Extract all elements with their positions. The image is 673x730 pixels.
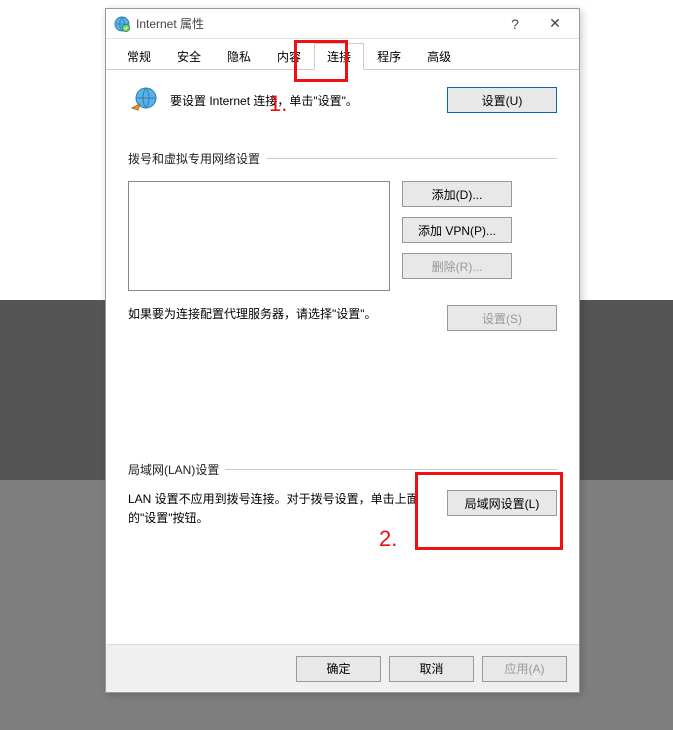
tab-label: 高级 (427, 50, 451, 64)
help-button[interactable]: ? (495, 10, 535, 38)
apply-button: 应用(A) (482, 656, 567, 682)
dial-area: 添加(D)... 添加 VPN(P)... 删除(R)... (128, 181, 557, 291)
tab-general[interactable]: 常规 (114, 43, 164, 69)
setup-connection-icon (128, 84, 160, 116)
tab-label: 隐私 (227, 50, 251, 64)
dial-section: 拨号和虚拟专用网络设置 添加(D)... 添加 VPN(P)... 删除(R).… (128, 150, 557, 331)
dialog-footer: 确定 取消 应用(A) (106, 644, 579, 692)
lan-settings-button[interactable]: 局域网设置(L) (447, 490, 557, 516)
setup-row: 要设置 Internet 连接，单击"设置"。 设置(U) (128, 84, 557, 116)
dial-note-row: 如果要为连接配置代理服务器，请选择"设置"。 设置(S) (128, 305, 557, 331)
dial-connections-listbox[interactable] (128, 181, 390, 291)
dial-buttons: 添加(D)... 添加 VPN(P)... 删除(R)... (402, 181, 512, 291)
setup-button[interactable]: 设置(U) (447, 87, 557, 113)
dialog-content: 要设置 Internet 连接，单击"设置"。 设置(U) 拨号和虚拟专用网络设… (106, 70, 579, 538)
dial-section-title: 拨号和虚拟专用网络设置 (128, 150, 557, 167)
lan-text: LAN 设置不应用到拨号连接。对于拨号设置，单击上面的"设置"按钮。 (128, 490, 435, 528)
close-button[interactable]: ✕ (535, 10, 575, 38)
setup-text: 要设置 Internet 连接，单击"设置"。 (170, 92, 437, 109)
close-icon: ✕ (549, 15, 561, 32)
lan-section-title: 局域网(LAN)设置 (128, 461, 557, 478)
divider (225, 469, 557, 470)
tab-bar: 常规 安全 隐私 内容 连接 程序 高级 (106, 39, 579, 70)
dial-settings-button: 设置(S) (447, 305, 557, 331)
section-title-text: 拨号和虚拟专用网络设置 (128, 150, 260, 167)
help-icon: ? (511, 16, 519, 32)
internet-options-icon (114, 16, 130, 32)
divider (266, 158, 557, 159)
dialog-title: Internet 属性 (136, 15, 495, 32)
tab-security[interactable]: 安全 (164, 43, 214, 69)
tab-label: 常规 (127, 50, 151, 64)
section-title-text: 局域网(LAN)设置 (128, 461, 219, 478)
titlebar: Internet 属性 ? ✕ (106, 9, 579, 39)
ok-button[interactable]: 确定 (296, 656, 381, 682)
tab-content[interactable]: 内容 (264, 43, 314, 69)
lan-section: 局域网(LAN)设置 LAN 设置不应用到拨号连接。对于拨号设置，单击上面的"设… (128, 461, 557, 528)
tab-connections[interactable]: 连接 (314, 43, 364, 70)
dial-note-text: 如果要为连接配置代理服务器，请选择"设置"。 (128, 305, 435, 322)
tab-advanced[interactable]: 高级 (414, 43, 464, 69)
add-dial-button[interactable]: 添加(D)... (402, 181, 512, 207)
tab-label: 内容 (277, 50, 301, 64)
tab-programs[interactable]: 程序 (364, 43, 414, 69)
cancel-button[interactable]: 取消 (389, 656, 474, 682)
tab-label: 程序 (377, 50, 401, 64)
tab-privacy[interactable]: 隐私 (214, 43, 264, 69)
remove-dial-button: 删除(R)... (402, 253, 512, 279)
dialog-window: Internet 属性 ? ✕ 常规 安全 隐私 内容 连接 程序 高级 要设置… (105, 8, 580, 693)
lan-row: LAN 设置不应用到拨号连接。对于拨号设置，单击上面的"设置"按钮。 局域网设置… (128, 490, 557, 528)
tab-label: 连接 (327, 50, 351, 64)
tab-label: 安全 (177, 50, 201, 64)
add-vpn-button[interactable]: 添加 VPN(P)... (402, 217, 512, 243)
